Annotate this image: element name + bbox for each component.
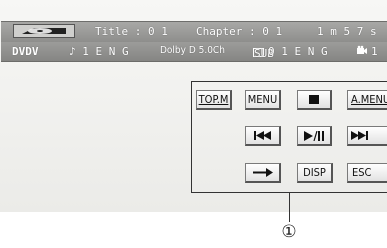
play-pause-button[interactable]: [297, 126, 332, 146]
top-menu-button[interactable]: TOP.M: [196, 90, 232, 110]
play-pause-icon: [304, 130, 324, 142]
camera-angle-icon: [357, 45, 367, 54]
next-track-button[interactable]: [347, 126, 387, 146]
menu-button[interactable]: MENU: [245, 90, 281, 110]
dvd-screen: Title : 0 1 Chapter : 0 1 1 m 5 7 s DVDV…: [0, 0, 387, 212]
angle-number: 1: [371, 45, 378, 58]
arrow-right-button[interactable]: [245, 163, 281, 183]
stop-button[interactable]: [297, 90, 332, 110]
disc-indicator: [13, 24, 75, 38]
previous-track-icon: [253, 131, 271, 140]
status-bar-top: Title : 0 1 Chapter : 0 1 1 m 5 7 s: [1, 21, 387, 42]
disc-icon: [22, 28, 66, 34]
audio-language: ♪ 1 E N G: [69, 45, 129, 58]
callout-number: ①: [281, 222, 297, 242]
audio-menu-button[interactable]: A.MENU: [347, 90, 387, 110]
angle-indicator: [356, 45, 368, 58]
previous-track-button[interactable]: [245, 126, 281, 146]
chapter-number: Chapter : 0 1: [196, 25, 283, 38]
display-button[interactable]: DISP: [297, 163, 333, 183]
elapsed-time: 1 m 5 7 s: [317, 25, 377, 38]
subtitle-language: 0 1 E N G: [268, 45, 328, 58]
source-indicator: DVDV: [12, 45, 39, 58]
audio-format: Dolby D 5.0Ch: [160, 45, 225, 56]
escape-button[interactable]: ESC: [347, 163, 387, 183]
stop-icon: [309, 95, 319, 104]
title-number: Title : 0 1: [95, 25, 168, 38]
subtitle-indicator: SUB: [253, 45, 274, 60]
subtitle-icon: SUB: [253, 46, 274, 60]
next-track-icon: [351, 131, 368, 140]
arrow-right-icon: [252, 168, 273, 177]
touch-panel-keys: TOP.M MENU A.MENU DISP ESC: [191, 81, 387, 193]
callout-leader-line: [289, 193, 290, 222]
status-bar-bottom: DVDV ♪ 1 E N G Dolby D 5.0Ch SUB 0 1 E N…: [1, 42, 387, 62]
